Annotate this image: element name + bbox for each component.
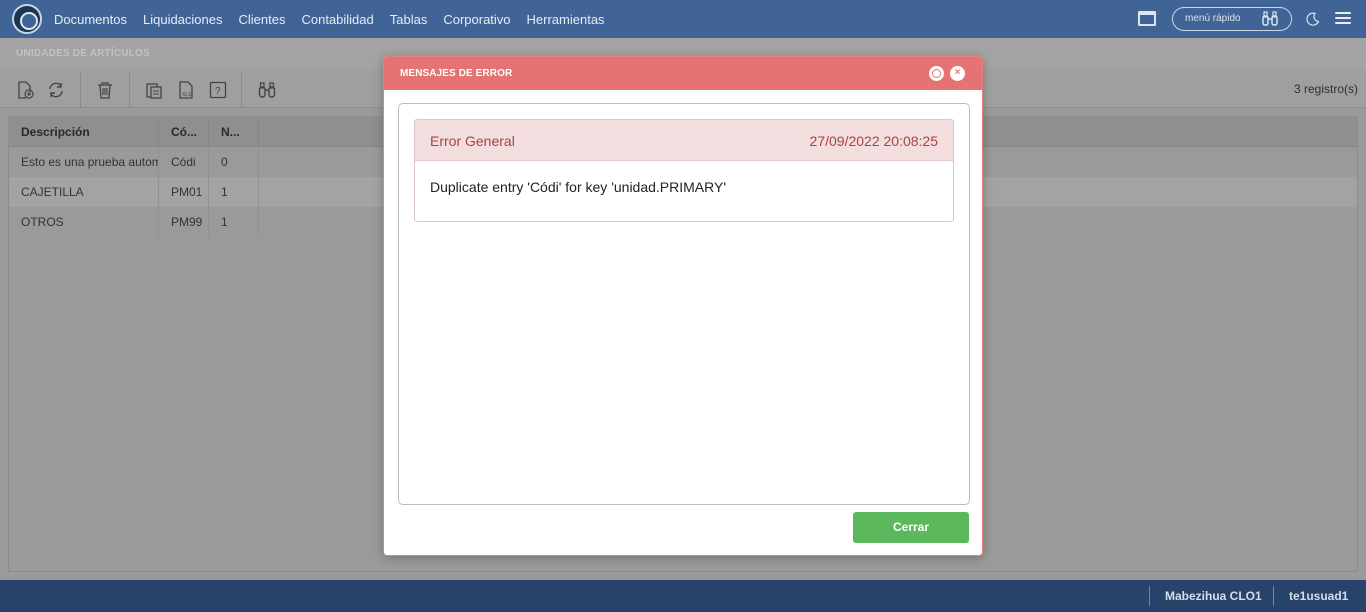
nav-liquidaciones[interactable]: Liquidaciones xyxy=(143,12,223,27)
window-icon[interactable] xyxy=(1138,11,1156,26)
copy-icon[interactable] xyxy=(145,81,163,99)
footer-user[interactable]: te1usuad1 xyxy=(1289,589,1348,603)
status-footer: Mabezihua CLO1 te1usuad1 xyxy=(0,580,1366,612)
quick-menu-input[interactable]: menú rápido xyxy=(1172,7,1292,31)
trash-icon[interactable] xyxy=(96,81,114,99)
moon-icon[interactable] xyxy=(1306,12,1320,26)
error-card-header: Error General 27/09/2022 20:08:25 xyxy=(415,120,953,161)
cell-codigo: PM99 xyxy=(159,207,209,237)
help-icon[interactable]: ? xyxy=(209,81,227,99)
nav-herramientas[interactable]: Herramientas xyxy=(527,12,605,27)
dialog-body: Error General 27/09/2022 20:08:25 Duplic… xyxy=(398,103,970,505)
svg-text:XLS: XLS xyxy=(182,92,192,98)
cell-numero: 1 xyxy=(209,177,259,207)
dialog-header: MENSAJES DE ERROR × xyxy=(384,57,982,90)
binoculars-icon[interactable] xyxy=(1261,11,1279,27)
cell-descripcion: OTROS xyxy=(9,207,159,237)
svg-text:?: ? xyxy=(215,86,221,97)
toolbar-separator xyxy=(129,72,130,108)
error-type: Error General xyxy=(430,133,515,149)
cell-numero: 1 xyxy=(209,207,259,237)
column-header-codigo[interactable]: Có... xyxy=(159,117,209,147)
search-binoculars-icon[interactable] xyxy=(258,81,276,99)
footer-separator xyxy=(1149,586,1150,606)
close-icon[interactable]: × xyxy=(950,66,965,81)
cell-codigo: PM01 xyxy=(159,177,209,207)
nav-clientes[interactable]: Clientes xyxy=(239,12,286,27)
footer-company[interactable]: Mabezihua CLO1 xyxy=(1165,589,1262,603)
toolbar-separator xyxy=(241,72,242,108)
column-header-numero[interactable]: N... xyxy=(209,117,259,147)
record-count: 3 registro(s) xyxy=(1293,82,1358,96)
column-header-descripcion[interactable]: Descripción xyxy=(9,117,159,147)
excel-export-icon[interactable]: XLS xyxy=(177,81,195,99)
cell-codigo: Códi xyxy=(159,147,209,177)
restore-icon[interactable] xyxy=(929,66,944,81)
dialog-title: MENSAJES DE ERROR xyxy=(400,68,513,79)
nav-documentos[interactable]: Documentos xyxy=(54,12,127,27)
nav-corporativo[interactable]: Corporativo xyxy=(443,12,510,27)
cell-descripcion: Esto es una prueba automa xyxy=(9,147,159,177)
main-nav: Documentos Liquidaciones Clientes Contab… xyxy=(54,0,621,38)
new-document-icon[interactable] xyxy=(16,81,34,99)
nav-contabilidad[interactable]: Contabilidad xyxy=(301,12,373,27)
error-message: Duplicate entry 'Códi' for key 'unidad.P… xyxy=(430,179,727,195)
page-title: UNIDADES DE ARTÍCULOS xyxy=(16,48,150,59)
error-dialog: MENSAJES DE ERROR × Error General 27/09/… xyxy=(383,56,983,556)
refresh-icon[interactable] xyxy=(47,81,65,99)
app-logo[interactable] xyxy=(12,4,42,34)
cell-descripcion: CAJETILLA xyxy=(9,177,159,207)
error-datetime: 27/09/2022 20:08:25 xyxy=(809,133,938,149)
toolbar-separator xyxy=(80,72,81,108)
top-navbar: Documentos Liquidaciones Clientes Contab… xyxy=(0,0,1366,38)
hamburger-menu-icon[interactable] xyxy=(1335,12,1351,26)
error-card: Error General 27/09/2022 20:08:25 Duplic… xyxy=(414,119,954,222)
nav-tablas[interactable]: Tablas xyxy=(390,12,428,27)
close-button[interactable]: Cerrar xyxy=(853,512,969,543)
cell-numero: 0 xyxy=(209,147,259,177)
quick-menu-placeholder: menú rápido xyxy=(1185,13,1241,24)
footer-separator xyxy=(1273,586,1274,606)
